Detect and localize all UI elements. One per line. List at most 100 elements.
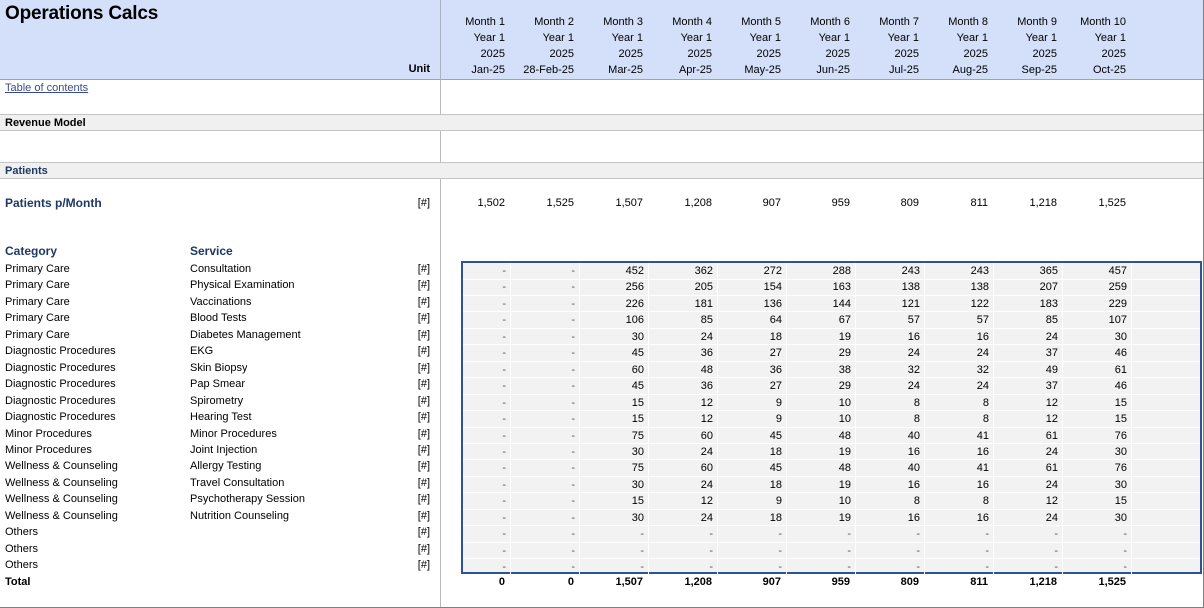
grid-cell[interactable]: 36 [649, 378, 718, 395]
grid-cell[interactable]: 8 [856, 411, 925, 428]
grid-cell[interactable]: - [511, 345, 580, 362]
grid-cell[interactable]: 29 [787, 345, 856, 362]
grid-cell[interactable]: 76 [1063, 427, 1132, 444]
grid-cell[interactable]: - [511, 328, 580, 346]
grid-cell[interactable]: 24 [994, 443, 1063, 461]
grid-cell[interactable]: 15 [1063, 493, 1132, 510]
grid-cell[interactable]: 24 [994, 509, 1063, 527]
grid-cell[interactable]: - [511, 312, 580, 329]
grid-cell[interactable]: 207 [994, 279, 1063, 296]
grid-cell[interactable]: - [994, 559, 1063, 576]
grid-cell[interactable]: 29 [787, 378, 856, 395]
grid-cell[interactable]: - [649, 559, 718, 576]
grid-cell[interactable]: - [442, 263, 511, 280]
grid-cell[interactable]: 154 [718, 279, 787, 296]
grid-cell[interactable]: 18 [718, 328, 787, 346]
grid-cell[interactable]: 85 [649, 312, 718, 329]
grid-cell[interactable]: - [856, 526, 925, 543]
grid-cell[interactable]: 106 [580, 312, 649, 329]
grid-cell[interactable]: - [442, 559, 511, 576]
grid-cell[interactable]: 15 [580, 411, 649, 428]
grid-cell[interactable]: - [994, 542, 1063, 560]
grid-cell[interactable]: 15 [1063, 411, 1132, 428]
grid-cell[interactable]: 9 [718, 394, 787, 412]
grid-cell[interactable]: - [787, 559, 856, 576]
grid-cell[interactable]: 138 [925, 279, 994, 296]
grid-cell[interactable]: 16 [856, 443, 925, 461]
grid-cell[interactable]: - [649, 526, 718, 543]
grid-cell[interactable]: 10 [787, 394, 856, 412]
grid-cell[interactable]: 19 [787, 328, 856, 346]
grid-cell[interactable]: 18 [718, 443, 787, 461]
grid-cell[interactable]: 12 [649, 394, 718, 412]
grid-cell[interactable]: 24 [649, 509, 718, 527]
grid-cell[interactable]: - [442, 295, 511, 313]
grid-cell[interactable]: 61 [994, 427, 1063, 444]
grid-cell[interactable]: 12 [649, 411, 718, 428]
grid-cell[interactable]: 452 [580, 263, 649, 280]
grid-cell[interactable]: 365 [994, 263, 1063, 280]
grid-cell[interactable]: 24 [856, 345, 925, 362]
grid-cell[interactable]: 24 [856, 378, 925, 395]
grid-cell[interactable]: 243 [856, 263, 925, 280]
grid-cell[interactable]: 12 [994, 394, 1063, 412]
grid-cell[interactable]: 85 [994, 312, 1063, 329]
grid-cell[interactable]: 181 [649, 295, 718, 313]
grid-cell[interactable]: 8 [925, 493, 994, 510]
grid-cell[interactable]: - [925, 559, 994, 576]
grid-cell[interactable]: - [1063, 542, 1132, 560]
grid-cell[interactable]: - [1063, 526, 1132, 543]
grid-cell[interactable]: - [511, 394, 580, 412]
grid-cell[interactable]: 9 [718, 411, 787, 428]
service-volume-data-grid[interactable]: - -452 362 272 288 243 243 365 457- -256 205 154 163… [461, 261, 1202, 576]
grid-cell[interactable]: 10 [787, 493, 856, 510]
grid-cell[interactable]: 30 [1063, 328, 1132, 346]
grid-cell[interactable]: 107 [1063, 312, 1132, 329]
grid-cell[interactable]: 12 [994, 493, 1063, 510]
grid-cell[interactable]: 27 [718, 345, 787, 362]
grid-cell[interactable]: 40 [856, 427, 925, 444]
grid-cell[interactable]: 60 [649, 427, 718, 444]
grid-cell[interactable]: 163 [787, 279, 856, 296]
grid-cell[interactable]: - [511, 295, 580, 313]
grid-cell[interactable]: 256 [580, 279, 649, 296]
grid-cell[interactable]: 136 [718, 295, 787, 313]
grid-cell[interactable]: 243 [925, 263, 994, 280]
grid-cell[interactable]: 12 [649, 493, 718, 510]
grid-cell[interactable]: 60 [580, 361, 649, 379]
grid-cell[interactable]: - [511, 361, 580, 379]
grid-cell[interactable]: 76 [1063, 460, 1132, 477]
grid-cell[interactable]: - [442, 312, 511, 329]
grid-cell[interactable]: - [994, 526, 1063, 543]
grid-cell[interactable]: 48 [787, 427, 856, 444]
grid-cell[interactable]: - [442, 476, 511, 494]
grid-cell[interactable]: - [511, 427, 580, 444]
grid-cell[interactable]: 37 [994, 345, 1063, 362]
grid-cell[interactable]: 226 [580, 295, 649, 313]
grid-cell[interactable]: 16 [925, 328, 994, 346]
grid-cell[interactable]: - [442, 378, 511, 395]
grid-cell[interactable]: 24 [649, 476, 718, 494]
grid-cell[interactable]: 205 [649, 279, 718, 296]
grid-cell[interactable]: 38 [787, 361, 856, 379]
grid-cell[interactable]: - [856, 542, 925, 560]
grid-cell[interactable]: 61 [994, 460, 1063, 477]
grid-cell[interactable]: - [856, 559, 925, 576]
grid-cell[interactable]: 48 [787, 460, 856, 477]
grid-cell[interactable]: - [718, 542, 787, 560]
grid-cell[interactable]: 288 [787, 263, 856, 280]
grid-cell[interactable]: 10 [787, 411, 856, 428]
grid-cell[interactable]: 32 [925, 361, 994, 379]
grid-cell[interactable]: 138 [856, 279, 925, 296]
grid-cell[interactable]: - [580, 526, 649, 543]
grid-cell[interactable]: 46 [1063, 345, 1132, 362]
grid-cell[interactable]: - [511, 279, 580, 296]
grid-cell[interactable]: 16 [925, 509, 994, 527]
grid-cell[interactable]: - [925, 526, 994, 543]
grid-cell[interactable]: 8 [925, 394, 994, 412]
grid-cell[interactable]: - [511, 526, 580, 543]
grid-cell[interactable]: 259 [1063, 279, 1132, 296]
grid-cell[interactable]: - [442, 411, 511, 428]
grid-cell[interactable]: 457 [1063, 263, 1132, 280]
grid-cell[interactable]: - [511, 460, 580, 477]
